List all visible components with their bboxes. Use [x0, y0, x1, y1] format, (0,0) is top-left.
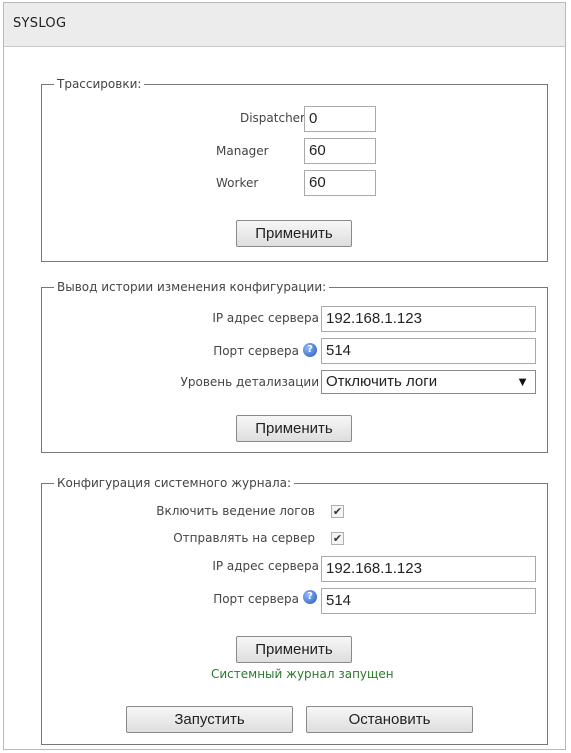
syslog-status-text: Системный журнал запущен — [211, 667, 394, 681]
worker-label: Worker — [216, 176, 259, 190]
history-ip-label: IP адрес сервера — [212, 311, 319, 325]
dropdown-arrow-icon: ▼ — [516, 374, 529, 389]
manager-input[interactable]: 60 — [304, 138, 376, 164]
dispatcher-label: Dispatcher — [239, 111, 305, 125]
history-ip-input[interactable]: 192.168.1.123 — [321, 306, 536, 332]
detail-level-value: Отключить логи — [326, 373, 438, 390]
send-to-server-label: Отправлять на сервер — [173, 531, 315, 545]
history-port-label: Порт сервера — [213, 344, 299, 358]
start-button[interactable]: Запустить — [126, 706, 293, 733]
question-icon[interactable]: ? — [303, 343, 317, 357]
history-port-input[interactable]: 514 — [321, 338, 536, 364]
syslog-panel: SYSLOG Трассировки: Dispatcher 0 Manager… — [3, 2, 566, 750]
check-icon: ✔ — [332, 505, 343, 518]
send-to-server-checkbox[interactable]: ✔ — [331, 532, 344, 545]
tracing-apply-button[interactable]: Применить — [236, 220, 352, 247]
panel-header: SYSLOG — [4, 3, 565, 47]
syslog-config-group: Конфигурация системного журнала: Включит… — [41, 475, 548, 745]
enable-logging-checkbox[interactable]: ✔ — [331, 505, 344, 518]
manager-label: Manager — [216, 144, 269, 158]
config-history-legend: Вывод истории изменения конфигурации: — [54, 279, 330, 295]
panel-title: SYSLOG — [13, 16, 67, 31]
stop-button[interactable]: Остановить — [306, 706, 473, 733]
detail-level-select[interactable]: Отключить логи ▼ — [321, 370, 536, 394]
history-apply-button[interactable]: Применить — [236, 415, 352, 442]
syslog-ip-input[interactable]: 192.168.1.123 — [321, 556, 536, 582]
check-icon: ✔ — [332, 532, 343, 545]
dispatcher-input[interactable]: 0 — [304, 106, 376, 132]
worker-input[interactable]: 60 — [304, 170, 376, 196]
syslog-config-legend: Конфигурация системного журнала: — [54, 475, 295, 491]
config-history-group: Вывод истории изменения конфигурации: IP… — [41, 279, 548, 453]
detail-level-label: Уровень детализации — [180, 375, 319, 389]
tracing-group: Трассировки: Dispatcher 0 Manager 60 Wor… — [41, 76, 548, 262]
syslog-port-label: Порт сервера — [213, 592, 299, 606]
enable-logging-label: Включить ведение логов — [156, 504, 315, 518]
syslog-apply-button[interactable]: Применить — [236, 636, 352, 663]
syslog-port-input[interactable]: 514 — [321, 588, 536, 614]
question-icon[interactable]: ? — [303, 590, 317, 604]
syslog-ip-label: IP адрес сервера — [212, 559, 319, 573]
tracing-legend: Трассировки: — [54, 76, 145, 92]
